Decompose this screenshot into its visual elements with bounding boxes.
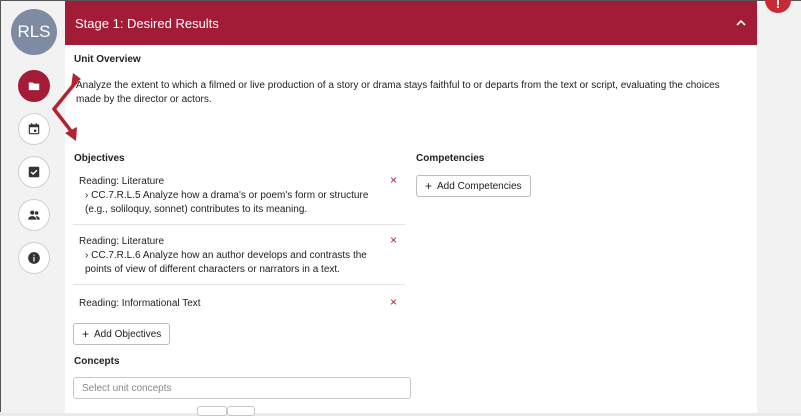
- objective-category: Reading: Informational Text: [79, 298, 201, 309]
- add-objectives-button[interactable]: + Add Objectives: [73, 323, 171, 345]
- fab-glyph: !: [775, 0, 781, 11]
- concepts-placeholder: Select unit concepts: [82, 382, 172, 394]
- stage-header[interactable]: Stage 1: Desired Results: [65, 1, 757, 45]
- objectives-label: Objectives: [74, 153, 125, 164]
- chevron-right-icon[interactable]: ›: [85, 250, 88, 261]
- sidebar-item-people[interactable]: [18, 199, 50, 231]
- stage-title: Stage 1: Desired Results: [75, 15, 219, 31]
- unit-overview-label: Unit Overview: [74, 54, 141, 65]
- add-competencies-label: Add Competencies: [437, 180, 522, 192]
- objective-item: Reading: Informational Text ×: [73, 291, 405, 315]
- sidebar-item-checklist[interactable]: [18, 156, 50, 188]
- sidebar-item-info[interactable]: [18, 242, 50, 274]
- add-objectives-label: Add Objectives: [94, 328, 162, 340]
- calendar-icon: [28, 123, 40, 135]
- folder-icon: [28, 82, 40, 91]
- add-competencies-button[interactable]: + Add Competencies: [416, 175, 531, 197]
- objective-item: Reading: Literature › CC.7.R.L.6 Analyze…: [73, 229, 405, 285]
- chevron-up-icon[interactable]: [735, 17, 747, 29]
- objective-standard-line-1: CC.7.R.L.6 Analyze how an author develop…: [91, 250, 367, 261]
- objective-category: Reading: Literature: [79, 236, 165, 247]
- unit-overview-line-2: made by the director or actors.: [76, 94, 212, 105]
- avatar[interactable]: RLS: [11, 9, 57, 55]
- competencies-label: Competencies: [416, 153, 485, 164]
- plus-icon: +: [82, 327, 90, 341]
- stage-panel: Stage 1: Desired Results Unit Overview A…: [65, 1, 757, 416]
- chevron-right-icon[interactable]: ›: [85, 190, 88, 201]
- remove-objective-button[interactable]: ×: [390, 234, 397, 246]
- partial-control[interactable]: [227, 406, 255, 416]
- concepts-input[interactable]: Select unit concepts: [73, 377, 411, 399]
- remove-objective-button[interactable]: ×: [390, 296, 397, 308]
- sidebar-item-folder[interactable]: [18, 70, 50, 102]
- plus-icon: +: [425, 179, 433, 193]
- objective-item: Reading: Literature › CC.7.R.L.5 Analyze…: [73, 169, 405, 225]
- objective-standard: › CC.7.R.L.5 Analyze how a drama's or po…: [79, 189, 399, 203]
- left-sidebar: RLS: [1, 1, 65, 413]
- info-icon: [28, 252, 40, 264]
- objective-standard: › CC.7.R.L.6 Analyze how an author devel…: [79, 249, 399, 263]
- remove-objective-button[interactable]: ×: [390, 174, 397, 186]
- unit-overview-line-1: Analyze the extent to which a filmed or …: [76, 80, 720, 91]
- concepts-label: Concepts: [74, 356, 120, 367]
- partial-control[interactable]: [197, 406, 227, 416]
- people-icon: [28, 210, 40, 220]
- objective-category: Reading: Literature: [79, 176, 165, 187]
- avatar-initials: RLS: [17, 22, 51, 41]
- objective-standard-line-1: CC.7.R.L.5 Analyze how a drama's or poem…: [91, 190, 369, 201]
- objective-standard-line-2: (e.g., soliloquy, sonnet) contributes to…: [85, 204, 308, 215]
- sidebar-item-calendar[interactable]: [18, 113, 50, 145]
- right-gutter: [757, 1, 801, 413]
- checkbox-icon: [28, 166, 40, 178]
- objective-standard-line-2: points of view of different characters o…: [85, 264, 340, 275]
- unit-overview-text: Analyze the extent to which a filmed or …: [76, 79, 746, 107]
